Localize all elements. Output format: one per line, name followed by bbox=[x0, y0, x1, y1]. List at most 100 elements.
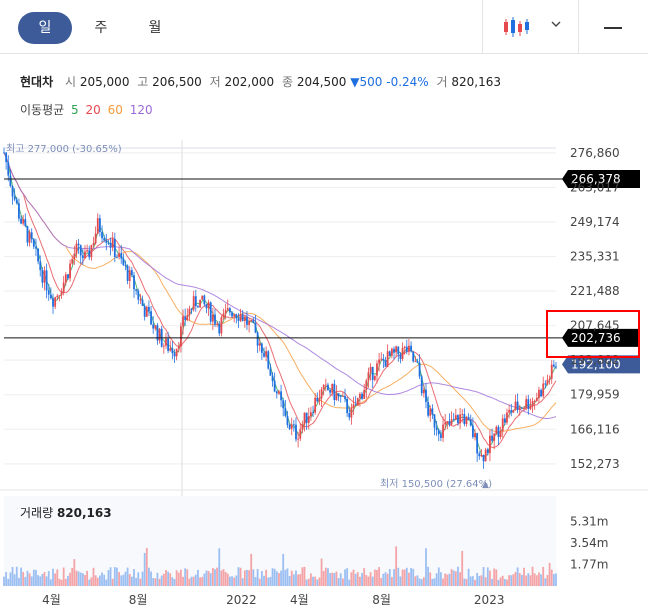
tab-week[interactable]: 주 bbox=[86, 12, 116, 44]
candle-body bbox=[243, 316, 246, 321]
volume-bar bbox=[359, 576, 361, 586]
volume-bar bbox=[258, 578, 261, 586]
tab-day[interactable]: 일 bbox=[18, 12, 72, 44]
candle-body bbox=[120, 253, 123, 259]
volume-bar bbox=[58, 578, 61, 586]
candle-body bbox=[497, 426, 500, 438]
candle-body bbox=[359, 393, 361, 399]
volume-bar bbox=[471, 576, 474, 586]
volume-bar bbox=[335, 571, 338, 586]
candle-body bbox=[533, 400, 536, 402]
volume-bar bbox=[331, 572, 334, 586]
ma-5-legend[interactable]: 5 bbox=[71, 103, 79, 117]
volume-bar bbox=[446, 574, 449, 586]
volume-bar bbox=[111, 578, 114, 586]
candle-body bbox=[184, 316, 187, 320]
volume-bar bbox=[508, 575, 511, 586]
volume-bar bbox=[139, 578, 142, 586]
ma-60-legend[interactable]: 60 bbox=[108, 103, 123, 117]
candle-body bbox=[62, 282, 65, 293]
candle-body bbox=[284, 408, 287, 416]
ma-60-line bbox=[3, 152, 557, 433]
ma-20-legend[interactable]: 20 bbox=[85, 103, 100, 117]
candle-body bbox=[493, 433, 496, 441]
candle-body bbox=[148, 306, 150, 312]
candle-body bbox=[380, 358, 383, 360]
candle-body bbox=[94, 233, 97, 244]
volume-bar bbox=[246, 569, 248, 586]
volume-bar bbox=[535, 575, 538, 586]
volume-bar bbox=[542, 566, 545, 586]
candle-body bbox=[459, 414, 461, 424]
candle-body bbox=[538, 389, 540, 399]
volume-bar bbox=[145, 547, 148, 586]
volume-bar bbox=[337, 578, 340, 586]
volume-bar bbox=[405, 567, 408, 586]
volume-bar bbox=[356, 572, 359, 586]
chevron-down-icon[interactable] bbox=[549, 17, 563, 31]
candle-body bbox=[388, 351, 391, 356]
volume-bar bbox=[450, 569, 453, 586]
candle-body bbox=[205, 304, 208, 309]
candle-body bbox=[199, 299, 201, 308]
volume-bar bbox=[124, 571, 127, 586]
volume-bar bbox=[420, 579, 423, 586]
volume-tick-label: 3.54m bbox=[570, 536, 608, 550]
candle-body bbox=[523, 408, 525, 410]
candle-body bbox=[239, 314, 242, 321]
candle-body bbox=[418, 362, 421, 377]
candlestick-icon[interactable] bbox=[502, 16, 530, 38]
candle-body bbox=[56, 295, 59, 298]
candle-body bbox=[333, 383, 336, 400]
change-percent: -0.24% bbox=[386, 75, 429, 89]
candle-body bbox=[393, 348, 395, 353]
volume-bar bbox=[7, 578, 10, 586]
candle-body bbox=[9, 175, 12, 187]
ma-120-legend[interactable]: 120 bbox=[130, 103, 153, 117]
candle-body bbox=[229, 308, 231, 313]
volume-bar bbox=[211, 567, 214, 586]
volume-bar bbox=[177, 572, 180, 586]
menu-icon[interactable] bbox=[604, 27, 622, 29]
candle-body bbox=[544, 383, 547, 385]
volume-bar bbox=[90, 577, 93, 586]
volume-bar bbox=[531, 566, 534, 586]
volume-bar bbox=[101, 572, 103, 586]
candle-body bbox=[501, 418, 504, 432]
candle-body bbox=[194, 296, 197, 307]
candle-body bbox=[499, 431, 502, 438]
volume-bar bbox=[188, 578, 191, 586]
volume-bar bbox=[452, 570, 455, 586]
candle-body bbox=[203, 295, 206, 305]
horizontal-lines: 266,378202,736192,100 bbox=[4, 169, 640, 374]
tab-month[interactable]: 월 bbox=[140, 12, 170, 44]
volume-bar bbox=[401, 569, 404, 586]
volume-bar bbox=[207, 571, 210, 586]
candle-body bbox=[356, 398, 359, 406]
candle-body bbox=[201, 295, 204, 300]
candle-body bbox=[252, 319, 255, 324]
volume-bar bbox=[341, 578, 344, 586]
volume-bar bbox=[348, 579, 351, 586]
volume-bar bbox=[260, 570, 263, 586]
price-chart[interactable]: 266,378202,736192,100 276,860 263,017 249,… bbox=[0, 130, 648, 611]
candle-body bbox=[11, 186, 14, 197]
volume-bar bbox=[265, 569, 268, 586]
volume-bar bbox=[218, 548, 221, 586]
volume-bar bbox=[386, 573, 389, 586]
volume-bar bbox=[371, 576, 374, 586]
volume-bar bbox=[209, 573, 212, 586]
volume-bar bbox=[22, 571, 25, 586]
candle-body bbox=[271, 375, 274, 382]
volume-bar bbox=[156, 572, 159, 586]
candle-body bbox=[352, 404, 355, 408]
volume-bar bbox=[408, 572, 410, 586]
stock-name: 현대차 bbox=[20, 75, 54, 89]
candle-body bbox=[280, 391, 282, 401]
candle-body bbox=[446, 421, 449, 423]
candle-body bbox=[518, 407, 521, 410]
volume-bar bbox=[546, 574, 549, 586]
volume-bar bbox=[67, 575, 69, 586]
volume-bar bbox=[26, 570, 29, 586]
volume-bar bbox=[324, 567, 327, 586]
